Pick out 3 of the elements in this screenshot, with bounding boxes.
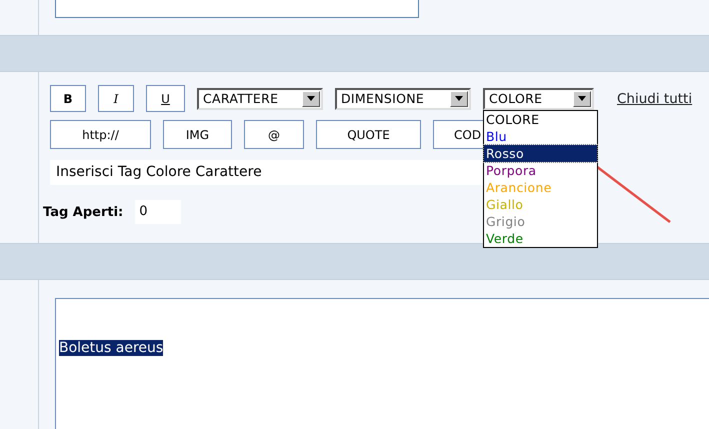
open-tags-label: Tag Aperti:	[43, 204, 124, 220]
open-tags-field: 0	[135, 200, 182, 224]
selected-text: Boletus aereus	[59, 340, 164, 356]
